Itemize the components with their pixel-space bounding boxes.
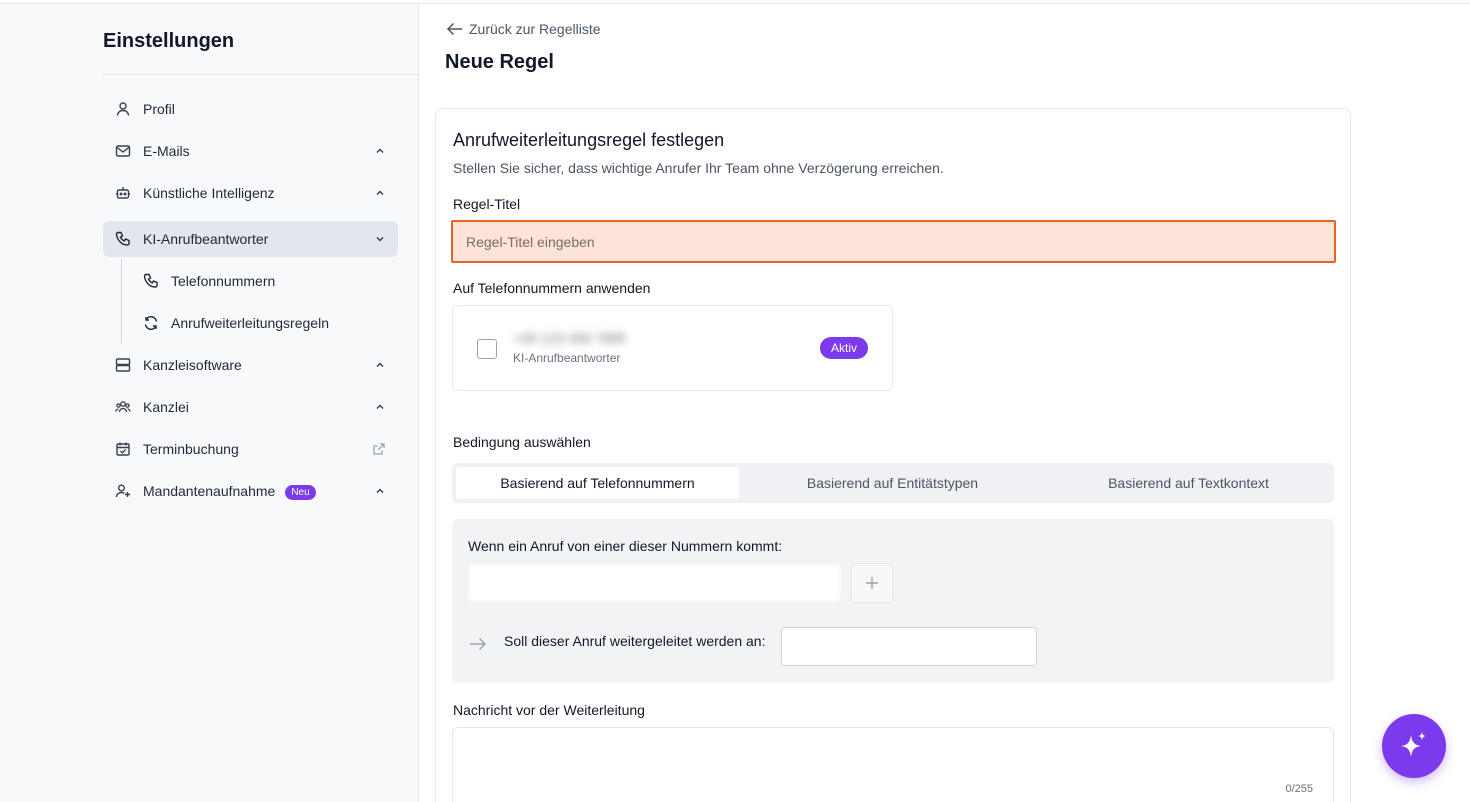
external-link-icon — [373, 443, 385, 455]
add-number-button[interactable] — [851, 563, 893, 603]
sparkle-icon — [1401, 732, 1426, 757]
phone-icon — [143, 273, 159, 289]
chevron-down-icon — [376, 236, 384, 242]
message-textarea[interactable]: 0/255 — [452, 727, 1334, 802]
sidebar-item-label: Künstliche Intelligenz — [143, 185, 275, 201]
arrow-left-icon — [446, 22, 462, 36]
sidebar-subitem-telefonnummern[interactable]: Telefonnummern — [131, 263, 398, 299]
sidebar-item-label: KI-Anrufbeantworter — [143, 231, 269, 247]
back-link-label: Zurück zur Regelliste — [469, 21, 601, 37]
tab-entity-types[interactable]: Basierend auf Entitätstypen — [751, 467, 1034, 499]
user-icon — [115, 101, 131, 117]
rule-title-input[interactable] — [451, 220, 1336, 263]
robot-icon — [115, 185, 131, 201]
phone-icon — [115, 231, 131, 247]
sidebar-subitem-label: Telefonnummern — [171, 273, 276, 289]
server-icon — [115, 357, 131, 373]
sidebar-item-label: Mandantenaufnahme — [143, 483, 276, 499]
chevron-up-icon — [376, 190, 384, 196]
plus-icon — [866, 577, 878, 589]
condition-tabs: Basierend auf Telefonnummern Basierend a… — [452, 463, 1334, 503]
sidebar-item-label: Terminbuchung — [143, 441, 239, 457]
rule-form-card: Anrufweiterleitungsregel festlegen Stell… — [435, 108, 1351, 802]
back-to-rule-list-link[interactable]: Zurück zur Regelliste — [446, 21, 601, 37]
message-label: Nachricht vor der Weiterleitung — [453, 702, 645, 718]
ai-assistant-button[interactable] — [1382, 714, 1446, 778]
arrow-right-icon — [470, 637, 487, 651]
condition-label: Bedingung auswählen — [453, 434, 591, 450]
chevron-up-icon — [376, 362, 384, 368]
sidebar-item-label: Profil — [143, 101, 175, 117]
sidebar-subitem-label: Anrufweiterleitungsregeln — [171, 315, 329, 331]
forward-target-input[interactable] — [781, 627, 1037, 666]
refresh-icon — [143, 315, 159, 331]
forward-to-label: Soll dieser Anruf weitergeleitet werden … — [504, 633, 766, 649]
sidebar-item-kanzlei[interactable]: Kanzlei — [103, 389, 398, 425]
sidebar-item-label: E-Mails — [143, 143, 190, 159]
phone-number-value: +49 123 456 7890 — [513, 330, 627, 346]
sidebar-item-label: Kanzlei — [143, 399, 189, 415]
sidebar-item-ki-anrufbeantworter[interactable]: KI-Anrufbeantworter — [103, 221, 398, 257]
sidebar-item-kanzleisoftware[interactable]: Kanzleisoftware — [103, 347, 398, 383]
submenu-line — [121, 259, 122, 343]
chevron-up-icon — [376, 404, 384, 410]
rule-title-label: Regel-Titel — [453, 196, 521, 212]
users-icon — [115, 399, 131, 415]
status-badge: Aktiv — [820, 337, 869, 359]
phone-number-card[interactable]: +49 123 456 7890 KI-Anrufbeantworter Akt… — [452, 305, 893, 391]
sidebar-item-emails[interactable]: E-Mails — [103, 133, 398, 169]
sidebar-item-ki[interactable]: Künstliche Intelligenz — [103, 175, 398, 211]
condition-panel: Wenn ein Anruf von einer dieser Nummern … — [452, 519, 1334, 683]
char-counter: 0/255 — [1285, 783, 1313, 795]
tab-text-context[interactable]: Basierend auf Textkontext — [1047, 467, 1330, 499]
condition-text: Wenn ein Anruf von einer dieser Nummern … — [468, 538, 783, 554]
chevron-up-icon — [376, 488, 384, 494]
new-badge: Neu — [285, 484, 316, 500]
mail-icon — [115, 143, 131, 159]
phone-number-type: KI-Anrufbeantworter — [513, 351, 621, 365]
apply-to-numbers-label: Auf Telefonnummern anwenden — [453, 280, 651, 296]
calendar-check-icon — [115, 441, 131, 457]
sidebar-item-profil[interactable]: Profil — [103, 91, 398, 127]
phone-number-checkbox[interactable] — [477, 339, 497, 359]
sidebar-item-label: Kanzleisoftware — [143, 357, 242, 373]
tab-phone-numbers[interactable]: Basierend auf Telefonnummern — [456, 467, 739, 499]
sidebar-item-terminbuchung[interactable]: Terminbuchung — [103, 431, 398, 467]
sidebar-divider — [103, 74, 418, 75]
card-subtitle: Stellen Sie sicher, dass wichtige Anrufe… — [453, 160, 944, 176]
caller-number-input[interactable] — [468, 564, 841, 602]
sidebar-item-mandantenaufnahme[interactable]: Mandantenaufnahme Neu — [103, 473, 398, 509]
card-title: Anrufweiterleitungsregel festlegen — [453, 130, 725, 150]
sidebar-item-label-wrap: Mandantenaufnahme Neu — [143, 483, 316, 500]
sidebar-title: Einstellungen — [103, 30, 235, 52]
page-title: Neue Regel — [445, 51, 554, 73]
sidebar-subitem-anrufweiterleitungsregeln[interactable]: Anrufweiterleitungsregeln — [131, 305, 398, 341]
user-plus-icon — [115, 483, 131, 499]
chevron-up-icon — [376, 148, 384, 154]
